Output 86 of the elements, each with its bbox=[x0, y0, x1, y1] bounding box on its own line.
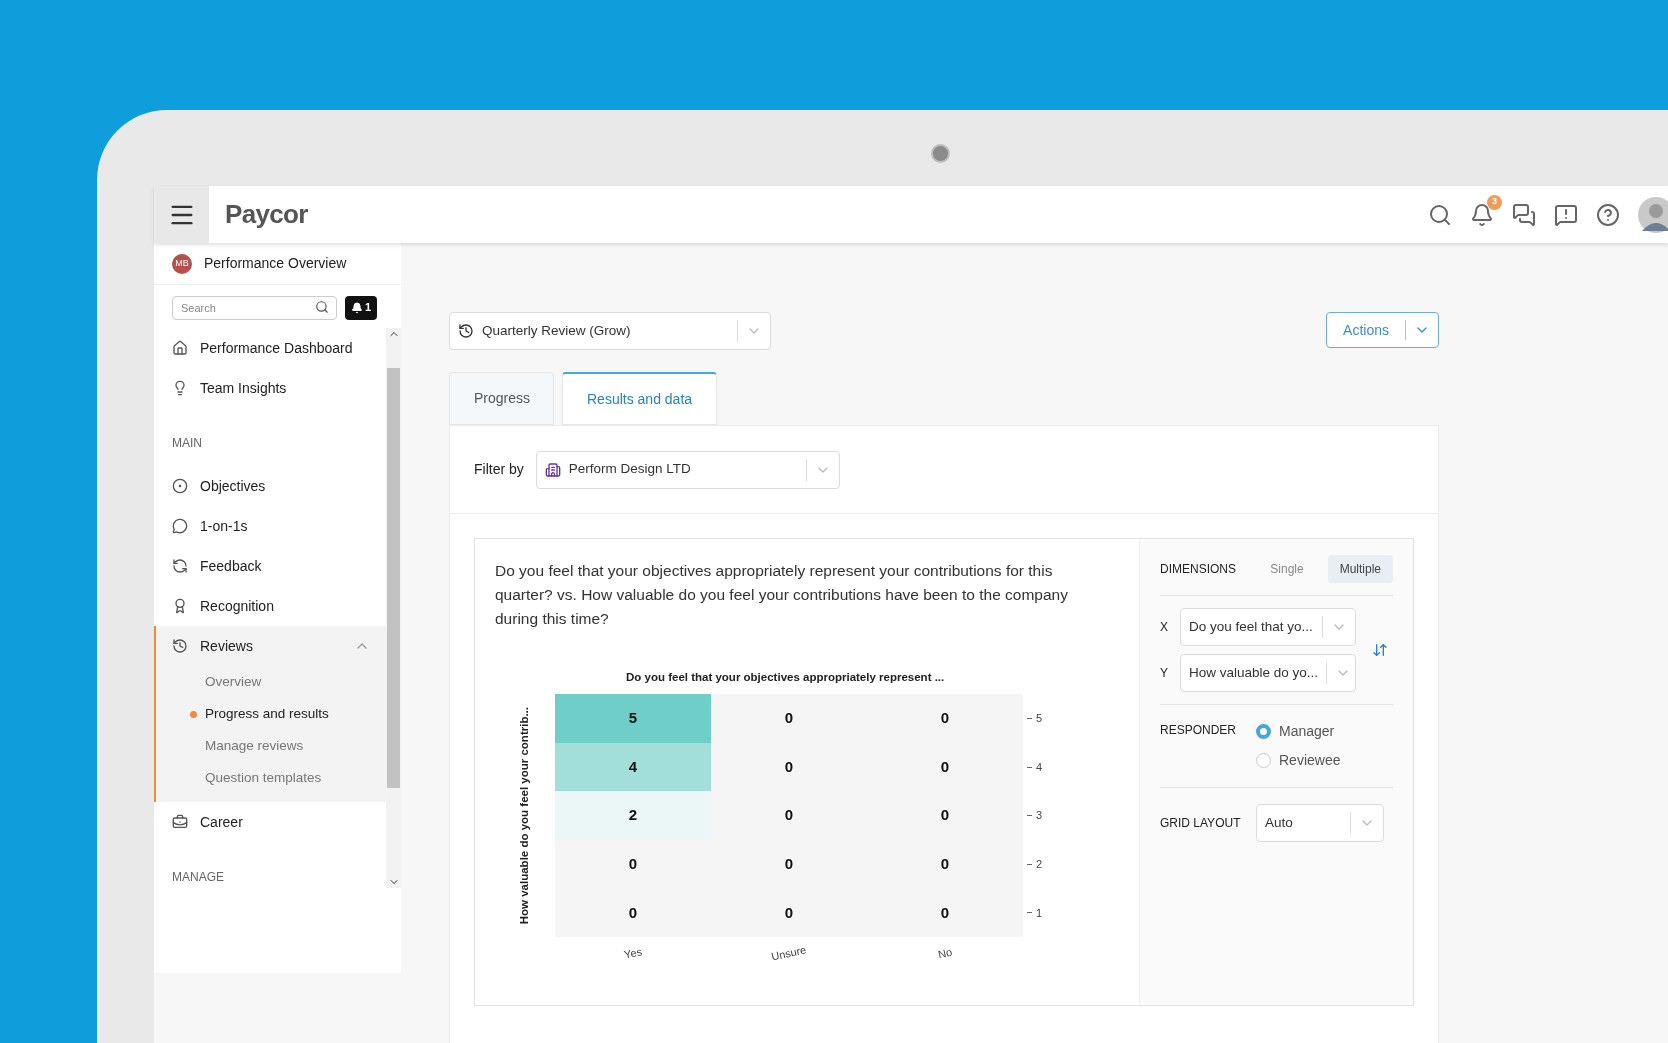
grid-layout-label: GRID LAYOUT bbox=[1160, 815, 1242, 832]
filter-dropdown[interactable]: Perform Design LTD bbox=[535, 450, 840, 489]
award-icon bbox=[172, 598, 188, 614]
sidebar-item[interactable]: 1-on-1s bbox=[154, 506, 386, 546]
search-field[interactable]: Search bbox=[172, 296, 337, 320]
sidebar-item[interactable]: Reviews bbox=[156, 626, 386, 666]
y-tick-label: 3 bbox=[1027, 791, 1043, 841]
toggle-option[interactable]: Single bbox=[1258, 555, 1316, 583]
heatmap-cell: 5 bbox=[555, 694, 711, 743]
logo: Paycor bbox=[225, 199, 308, 229]
menu-button[interactable] bbox=[154, 186, 209, 243]
toggle-option[interactable]: Multiple bbox=[1327, 555, 1393, 583]
heatmap-cell: 0 bbox=[711, 840, 867, 889]
actions-button[interactable]: Actions bbox=[1326, 312, 1439, 348]
axis-label: X bbox=[1160, 619, 1169, 636]
review-dropdown[interactable]: Quarterly Review (Grow) bbox=[449, 312, 771, 350]
sidebar-item[interactable]: Team Insights bbox=[154, 368, 386, 408]
heatmap-cell: 0 bbox=[711, 791, 867, 841]
heatmap-cell: 4 bbox=[555, 742, 711, 792]
radio-option[interactable]: Reviewee bbox=[1256, 750, 1341, 771]
sidebar-item[interactable]: Feedback bbox=[154, 546, 386, 586]
heatmap-cell: 2 bbox=[555, 791, 711, 841]
responder-label: RESPONDER bbox=[1160, 722, 1237, 739]
heatmap-cell: 0 bbox=[555, 888, 711, 938]
user-avatar: MB bbox=[172, 253, 192, 274]
axis-dropdown[interactable]: Do you feel that yo... bbox=[1180, 608, 1356, 646]
sidebar-item[interactable]: Performance Dashboard bbox=[154, 328, 386, 368]
y-tick-label: 5 bbox=[1027, 694, 1043, 743]
search-icon bbox=[315, 300, 329, 314]
building-icon bbox=[544, 461, 561, 478]
sidebar-item[interactable]: Objectives bbox=[154, 466, 386, 506]
help-icon[interactable] bbox=[1596, 202, 1620, 227]
x-tick-label: No bbox=[936, 944, 954, 963]
lightbulb-icon bbox=[172, 380, 188, 396]
refresh-icon bbox=[172, 558, 188, 574]
sidebar-subitem[interactable]: Question templates bbox=[156, 762, 386, 794]
sidebar-subitem[interactable]: Progress and results bbox=[156, 698, 386, 730]
section-label: MANAGE bbox=[171, 869, 225, 886]
chat-bubble-icon bbox=[172, 518, 188, 534]
alert-message-icon[interactable] bbox=[1554, 202, 1578, 227]
swap-icon[interactable] bbox=[1372, 642, 1388, 658]
chat-icon[interactable] bbox=[1512, 202, 1536, 227]
target-icon bbox=[172, 478, 188, 494]
y-tick-label: 4 bbox=[1027, 742, 1043, 792]
x-tick-label: Unsure bbox=[769, 942, 809, 965]
avatar[interactable] bbox=[1638, 196, 1668, 233]
chart-title: Do you feel that your objectives appropriately represent ... bbox=[626, 670, 946, 685]
briefcase-icon bbox=[172, 814, 188, 830]
heatmap-cell: 0 bbox=[867, 694, 1023, 743]
radio-option[interactable]: Manager bbox=[1256, 721, 1341, 742]
y-tick-label: 1 bbox=[1027, 888, 1043, 938]
axis-label: Y bbox=[1160, 665, 1169, 682]
sidebar-item[interactable]: Recognition bbox=[154, 586, 386, 626]
sidebar-item[interactable]: Career bbox=[154, 802, 386, 842]
heatmap-cell: 0 bbox=[867, 840, 1023, 889]
bell-icon bbox=[351, 301, 363, 314]
question-text: Do you feel that your objectives appropriately represent your contributions for this quarter? vs. How valuable do you feel your contributions have been to the company during this time? bbox=[495, 561, 1069, 629]
search-icon[interactable] bbox=[1428, 202, 1452, 227]
axis-dropdown[interactable]: How valuable do yo... bbox=[1180, 654, 1356, 692]
home-icon bbox=[172, 340, 188, 356]
sidebar-subitem[interactable]: Manage reviews bbox=[156, 730, 386, 762]
tab[interactable]: Progress bbox=[449, 372, 554, 425]
section-label: MAIN bbox=[171, 435, 203, 452]
heatmap-cell: 0 bbox=[867, 742, 1023, 792]
sidebar-subitem[interactable]: Overview bbox=[156, 666, 386, 698]
heatmap-cell: 0 bbox=[711, 694, 867, 743]
grid-layout-dropdown[interactable]: Auto bbox=[1256, 804, 1384, 842]
y-tick-label: 2 bbox=[1027, 840, 1043, 889]
history-icon bbox=[458, 323, 474, 339]
sidebar-title: Performance Overview bbox=[204, 254, 347, 273]
tab[interactable]: Results and data bbox=[562, 372, 717, 425]
camera-icon bbox=[931, 144, 950, 163]
heatmap-cell: 0 bbox=[711, 742, 867, 792]
y-axis-title: How valuable do you feel your contrib... bbox=[517, 707, 532, 925]
notification-badge: 3 bbox=[1487, 194, 1502, 210]
bell-icon[interactable] bbox=[1470, 202, 1494, 227]
dimensions-label: DIMENSIONS bbox=[1160, 561, 1237, 578]
scrollbar-thumb[interactable] bbox=[387, 368, 400, 788]
x-tick-label: Yes bbox=[622, 944, 644, 963]
heatmap-cell: 0 bbox=[711, 888, 867, 938]
heatmap-cell: 0 bbox=[555, 840, 711, 889]
heatmap-cell: 0 bbox=[867, 791, 1023, 841]
filter-label: Filter by bbox=[474, 460, 524, 479]
alert-badge[interactable]: 1 bbox=[345, 295, 378, 320]
history-icon bbox=[172, 638, 188, 654]
heatmap-cell: 0 bbox=[867, 888, 1023, 938]
